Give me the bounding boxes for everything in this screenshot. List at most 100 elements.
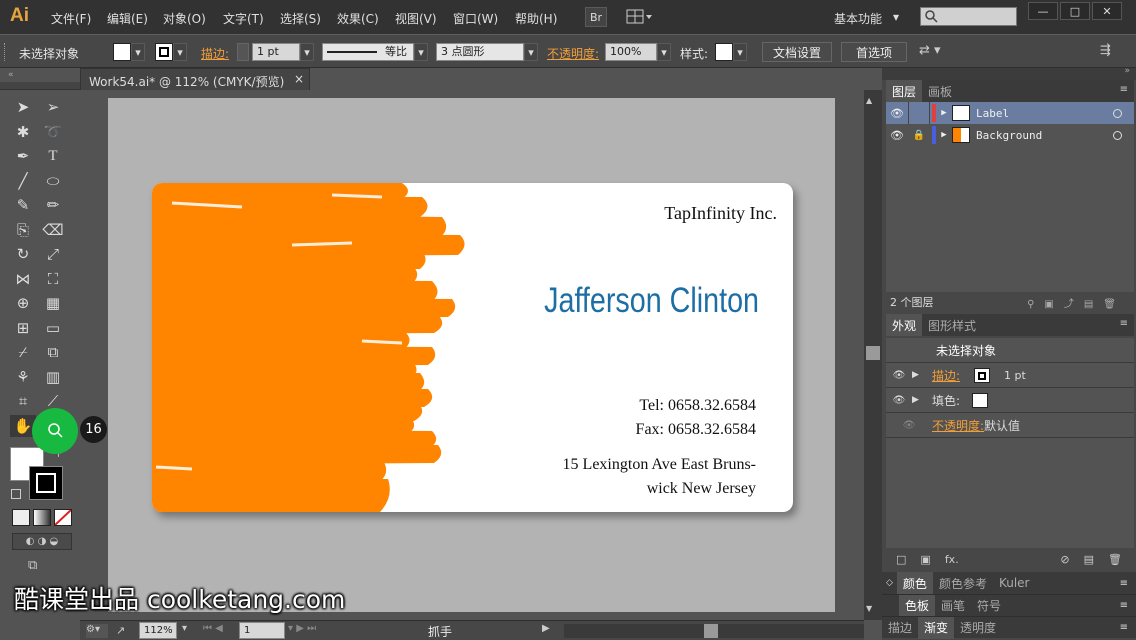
collapse-arrow-icon[interactable]: ◇ bbox=[882, 578, 897, 588]
tab-graphic-styles[interactable]: 图形样式 bbox=[922, 314, 982, 336]
direct-selection-tool-icon[interactable]: ➢ bbox=[40, 96, 66, 118]
mesh-tool-icon[interactable]: ⊞ bbox=[10, 317, 36, 339]
next-page-icon[interactable]: ▾ ▶ ⏭ bbox=[288, 623, 316, 634]
layer-name[interactable]: Background bbox=[976, 129, 1042, 142]
clear-appearance-icon[interactable]: ⊘ bbox=[1060, 553, 1069, 566]
add-fill-icon[interactable]: ▣ bbox=[920, 553, 930, 566]
panel-menu-icon[interactable]: ≡ bbox=[1120, 600, 1136, 611]
close-tab-icon[interactable]: × bbox=[294, 72, 304, 86]
fill-dropdown[interactable]: ▾ bbox=[131, 43, 145, 61]
line-tool-icon[interactable]: ╱ bbox=[10, 170, 36, 192]
panel-menu-icon[interactable]: ⇶ bbox=[1100, 43, 1118, 61]
arrange-documents-icon[interactable] bbox=[626, 8, 654, 26]
magic-wand-tool-icon[interactable]: ✱ bbox=[10, 121, 36, 143]
scroll-up-icon[interactable]: ▲ bbox=[866, 96, 872, 105]
add-effect-icon[interactable]: fx. bbox=[945, 553, 959, 566]
delete-item-icon[interactable]: 🗑 bbox=[1108, 553, 1122, 566]
eraser-tool-icon[interactable]: ⌫ bbox=[40, 219, 66, 241]
tab-transparency[interactable]: 透明度 bbox=[954, 617, 1002, 639]
tab-brushes[interactable]: 画笔 bbox=[935, 595, 971, 617]
document-setup-button[interactable]: 文档设置 bbox=[762, 42, 832, 62]
first-page-icon[interactable]: ⏮ ◀ bbox=[203, 623, 223, 634]
type-tool-icon[interactable]: T bbox=[40, 145, 66, 167]
target-icon[interactable] bbox=[1113, 108, 1122, 118]
eye-icon[interactable]: 👁 bbox=[886, 420, 932, 431]
blob-brush-tool-icon[interactable]: ⎘ bbox=[10, 219, 36, 241]
menu-effect[interactable]: 效果(C) bbox=[337, 10, 379, 27]
opacity-dropdown[interactable]: ▾ bbox=[657, 43, 671, 61]
eye-icon[interactable]: 👁 bbox=[886, 129, 908, 142]
tab-symbols[interactable]: 符号 bbox=[971, 595, 1007, 617]
appearance-opacity-row[interactable]: 👁 不透明度: 默认值 bbox=[886, 413, 1134, 438]
stroke-stepper[interactable] bbox=[237, 43, 249, 61]
search-input[interactable] bbox=[920, 7, 1017, 26]
target-icon[interactable] bbox=[1113, 130, 1122, 140]
zoom-dropdown-icon[interactable]: ▾ bbox=[182, 623, 187, 634]
symbol-sprayer-tool-icon[interactable]: ⚘ bbox=[10, 366, 36, 388]
panel-menu-icon[interactable]: ≡ bbox=[1114, 80, 1134, 102]
column-graph-tool-icon[interactable]: ▥ bbox=[40, 366, 66, 388]
tab-color-guide[interactable]: 颜色参考 bbox=[933, 572, 993, 594]
maximize-button[interactable]: □ bbox=[1060, 2, 1090, 20]
tab-color[interactable]: 颜色 bbox=[896, 572, 933, 594]
fill-swatch[interactable] bbox=[972, 392, 989, 408]
close-button[interactable]: ✕ bbox=[1092, 2, 1122, 20]
menu-type[interactable]: 文字(T) bbox=[223, 10, 264, 27]
eye-icon[interactable]: 👁 bbox=[886, 395, 912, 406]
stroke-label[interactable]: 描边: bbox=[201, 45, 229, 62]
menu-edit[interactable]: 编辑(E) bbox=[107, 10, 148, 27]
fill-swatch[interactable] bbox=[113, 43, 131, 61]
lasso-tool-icon[interactable]: ➰ bbox=[40, 121, 66, 143]
eye-icon[interactable]: 👁 bbox=[886, 107, 908, 120]
layer-row[interactable]: 👁 ▶ Label bbox=[886, 102, 1134, 124]
rotate-tool-icon[interactable]: ↻ bbox=[10, 243, 36, 265]
stroke-weight-dropdown[interactable]: ▾ bbox=[300, 43, 314, 61]
bridge-button[interactable]: Br bbox=[585, 7, 607, 27]
zoom-field[interactable]: 112% bbox=[139, 622, 177, 639]
add-stroke-icon[interactable]: □ bbox=[896, 553, 906, 566]
vertical-scrollbar[interactable]: ▲ ▼ bbox=[864, 90, 882, 620]
document-tab[interactable]: Work54.ai* @ 112% (CMYK/预览) × bbox=[80, 68, 310, 90]
scroll-down-icon[interactable]: ▼ bbox=[866, 604, 872, 613]
shape-builder-tool-icon[interactable]: ⊕ bbox=[10, 292, 36, 314]
expand-arrow-icon[interactable]: ▶ bbox=[936, 130, 952, 140]
style-dropdown[interactable]: ▾ bbox=[733, 43, 747, 61]
preferences-button[interactable]: 首选项 bbox=[841, 42, 907, 62]
minimize-button[interactable]: — bbox=[1028, 2, 1058, 20]
opacity-field[interactable]: 100% bbox=[605, 43, 657, 61]
tab-stroke[interactable]: 描边 bbox=[882, 617, 918, 639]
stroke-swatch[interactable] bbox=[974, 367, 991, 383]
default-colors-icon[interactable] bbox=[11, 489, 21, 499]
artboard-number-field[interactable]: 1 bbox=[239, 622, 285, 639]
appearance-fill-row[interactable]: 👁 ▶ 填色: bbox=[886, 388, 1134, 413]
layer-row[interactable]: 👁 🔒 ▶ Background bbox=[886, 124, 1134, 146]
width-tool-icon[interactable]: ⋈ bbox=[10, 268, 36, 290]
layer-actions-icon[interactable]: ⚲▣⤴▤🗑 bbox=[1027, 295, 1126, 310]
menu-window[interactable]: 窗口(W) bbox=[453, 10, 498, 27]
menu-object[interactable]: 对象(O) bbox=[163, 10, 206, 27]
stroke-color-swatch[interactable] bbox=[29, 466, 63, 500]
menu-help[interactable]: 帮助(H) bbox=[515, 10, 557, 27]
appearance-stroke-row[interactable]: 👁 ▶ 描边: 1 pt bbox=[886, 363, 1134, 388]
stroke-weight-field[interactable]: 1 pt bbox=[252, 43, 300, 61]
tab-swatches[interactable]: 色板 bbox=[899, 594, 936, 617]
expand-arrow-icon[interactable]: ▶ bbox=[912, 370, 932, 380]
tab-layers[interactable]: 图层 bbox=[886, 80, 923, 102]
scale-tool-icon[interactable]: ⤢ bbox=[40, 243, 66, 265]
tab-kuler[interactable]: Kuler bbox=[993, 572, 1036, 594]
opacity-label[interactable]: 不透明度: bbox=[547, 45, 599, 62]
graphic-style-swatch[interactable] bbox=[715, 43, 733, 61]
status-menu-icon[interactable]: ▶ bbox=[542, 623, 550, 634]
menu-view[interactable]: 视图(V) bbox=[395, 10, 437, 27]
free-transform-tool-icon[interactable]: ⛶ bbox=[40, 268, 66, 290]
brush-definition[interactable]: 3 点圆形 bbox=[436, 43, 524, 61]
lock-toggle[interactable] bbox=[908, 102, 930, 124]
panel-menu-icon[interactable]: ≡ bbox=[1114, 314, 1134, 336]
tab-appearance[interactable]: 外观 bbox=[886, 314, 923, 336]
menu-select[interactable]: 选择(S) bbox=[280, 10, 321, 27]
horizontal-scrollbar[interactable] bbox=[564, 624, 864, 638]
ellipse-tool-icon[interactable]: ⬭ bbox=[40, 170, 66, 192]
paintbrush-tool-icon[interactable]: ✎ bbox=[10, 194, 36, 216]
lock-icon[interactable]: 🔒 bbox=[908, 130, 930, 141]
h-scroll-thumb[interactable] bbox=[704, 624, 718, 638]
